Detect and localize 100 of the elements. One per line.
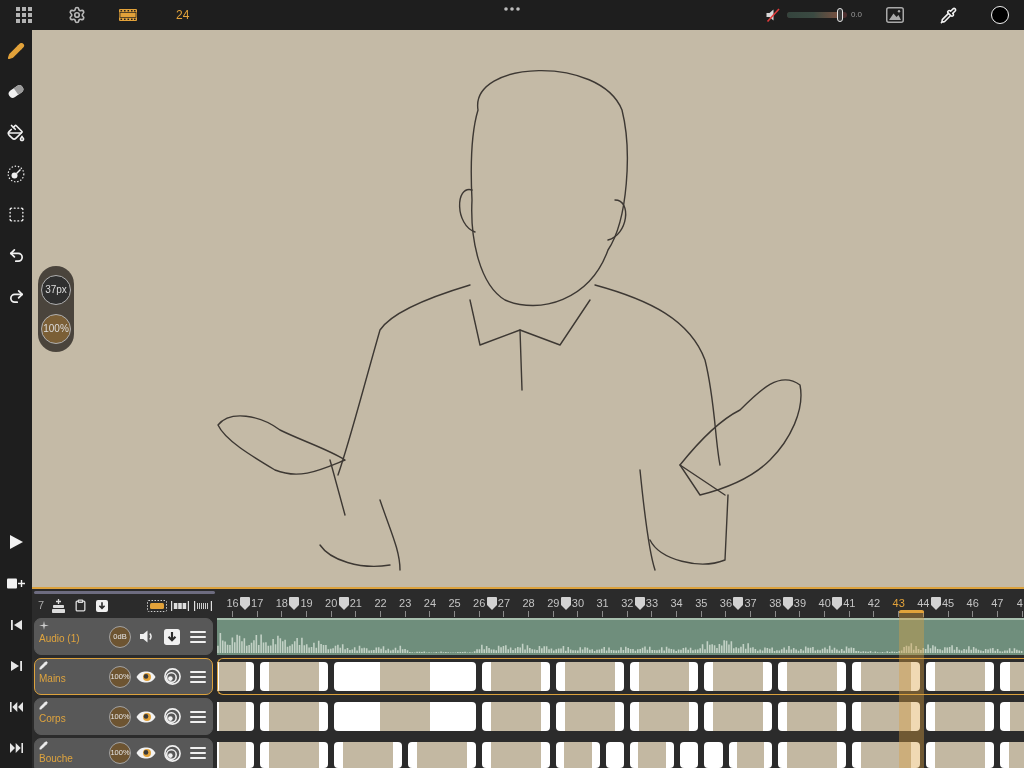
frame-cell[interactable] — [926, 702, 995, 731]
frame-cell[interactable] — [852, 742, 921, 768]
frame-cell[interactable] — [556, 742, 600, 768]
frame-rate[interactable]: 24 — [176, 8, 190, 22]
frame-cell[interactable] — [260, 742, 329, 768]
eye-icon[interactable] — [136, 710, 156, 723]
frame-cell[interactable] — [729, 742, 773, 768]
frame-cell[interactable] — [334, 742, 403, 768]
keyframe-marker-icon[interactable] — [486, 597, 497, 610]
film-strip-icon[interactable] — [119, 9, 137, 21]
download-arrow-icon[interactable] — [96, 599, 109, 612]
eyedropper-icon[interactable] — [940, 6, 957, 24]
menu-icon[interactable] — [190, 670, 206, 683]
frame-thumbnail — [565, 702, 616, 731]
track-name[interactable]: Corps — [39, 713, 66, 725]
frame-cell[interactable] — [630, 742, 674, 768]
volume-slider[interactable] — [786, 8, 847, 22]
muted-speaker-icon[interactable] — [765, 8, 780, 22]
undo-icon[interactable] — [7, 247, 25, 264]
frame-thumbnail — [269, 702, 320, 731]
paint-bucket-icon[interactable] — [7, 123, 25, 142]
frame-cell[interactable] — [778, 662, 847, 691]
keyframe-marker-icon[interactable] — [930, 597, 941, 610]
frame-cell[interactable] — [260, 702, 329, 731]
fast-rewind-icon[interactable] — [9, 702, 23, 712]
frame-number: 22 — [374, 597, 387, 610]
fast-forward-icon[interactable] — [9, 743, 23, 753]
frame-cell[interactable] — [556, 662, 625, 691]
concentric-rings-icon[interactable] — [163, 668, 181, 685]
frame-ticks-view-icon[interactable] — [194, 600, 213, 611]
frame-cell[interactable] — [926, 742, 995, 768]
add-layer-icon[interactable] — [7, 578, 25, 589]
frame-cell[interactable] — [1000, 742, 1024, 768]
frame-blocks-view-icon[interactable] — [171, 600, 190, 611]
frame-cell[interactable] — [217, 702, 255, 731]
track-name[interactable]: Audio (1) — [39, 633, 80, 645]
track-name[interactable]: Bouche — [39, 753, 73, 765]
keyframe-marker-icon[interactable] — [634, 597, 645, 610]
keyframe-marker-icon[interactable] — [338, 597, 349, 610]
frame-cell[interactable] — [482, 702, 551, 731]
brush-size-button[interactable]: 37px — [41, 275, 71, 305]
frame-cell[interactable] — [679, 742, 699, 768]
frame-cell[interactable] — [926, 662, 995, 691]
concentric-rings-icon[interactable] — [163, 744, 181, 762]
redo-icon[interactable] — [7, 288, 25, 305]
frame-cell[interactable] — [630, 702, 699, 731]
frame-cell[interactable] — [408, 742, 477, 768]
skip-to-start-icon[interactable] — [10, 620, 22, 630]
single-frame-view-icon[interactable] — [147, 599, 168, 612]
dotted-circle-icon[interactable] — [7, 164, 25, 183]
slider-thumb[interactable] — [836, 8, 843, 22]
image-icon[interactable] — [886, 7, 904, 23]
frame-cell[interactable] — [556, 702, 625, 731]
frame-cell[interactable] — [260, 662, 329, 691]
frame-cell[interactable] — [217, 742, 255, 768]
keyframe-marker-icon[interactable] — [733, 597, 744, 610]
play-icon[interactable] — [9, 535, 23, 549]
menu-icon[interactable] — [190, 630, 206, 643]
brush-opacity-button[interactable]: 100% — [41, 314, 71, 344]
frame-cell[interactable] — [482, 742, 551, 768]
frame-cell[interactable] — [778, 742, 847, 768]
layer-stack-plus-icon[interactable] — [52, 598, 66, 613]
frame-thumbnail — [639, 662, 690, 691]
keyframe-marker-icon[interactable] — [239, 597, 250, 610]
frame-cell[interactable] — [704, 662, 773, 691]
keyframe-marker-icon[interactable] — [289, 597, 300, 610]
concentric-rings-icon[interactable] — [163, 708, 181, 725]
pencil-icon[interactable] — [7, 41, 25, 60]
eye-icon[interactable] — [136, 747, 156, 759]
frame-cell[interactable] — [1000, 702, 1024, 731]
ellipsis-icon[interactable] — [504, 7, 520, 11]
keyframe-marker-icon[interactable] — [782, 597, 793, 610]
frame-cell[interactable] — [605, 742, 625, 768]
color-swatch-icon[interactable] — [991, 6, 1009, 24]
frame-cell[interactable] — [482, 662, 551, 691]
frame-cell[interactable] — [1000, 662, 1024, 691]
dashed-square-icon[interactable] — [7, 206, 25, 223]
menu-icon[interactable] — [190, 710, 206, 723]
keyframe-marker-icon[interactable] — [560, 597, 571, 610]
clipboard-icon[interactable] — [74, 599, 88, 612]
download-arrow-icon[interactable] — [164, 628, 180, 645]
frame-cell[interactable] — [852, 662, 921, 691]
track-name[interactable]: Mains — [39, 673, 66, 685]
keyframe-marker-icon[interactable] — [832, 597, 842, 610]
frame-cell[interactable] — [334, 662, 477, 691]
frame-cell[interactable] — [852, 702, 921, 731]
frame-cell[interactable] — [334, 702, 477, 731]
frame-number: 38 — [769, 597, 782, 610]
apps-grid-icon[interactable] — [16, 7, 32, 23]
frame-cell[interactable] — [778, 702, 847, 731]
skip-to-end-icon[interactable] — [10, 661, 22, 671]
eye-icon[interactable] — [136, 670, 156, 683]
settings-icon[interactable] — [68, 6, 86, 24]
frame-cell[interactable] — [630, 662, 699, 691]
frame-cell[interactable] — [704, 702, 773, 731]
frame-cell[interactable] — [704, 742, 723, 768]
frame-cell[interactable] — [217, 662, 255, 691]
menu-icon[interactable] — [190, 747, 206, 759]
eraser-icon[interactable] — [7, 84, 25, 99]
speaker-icon[interactable] — [139, 630, 153, 643]
